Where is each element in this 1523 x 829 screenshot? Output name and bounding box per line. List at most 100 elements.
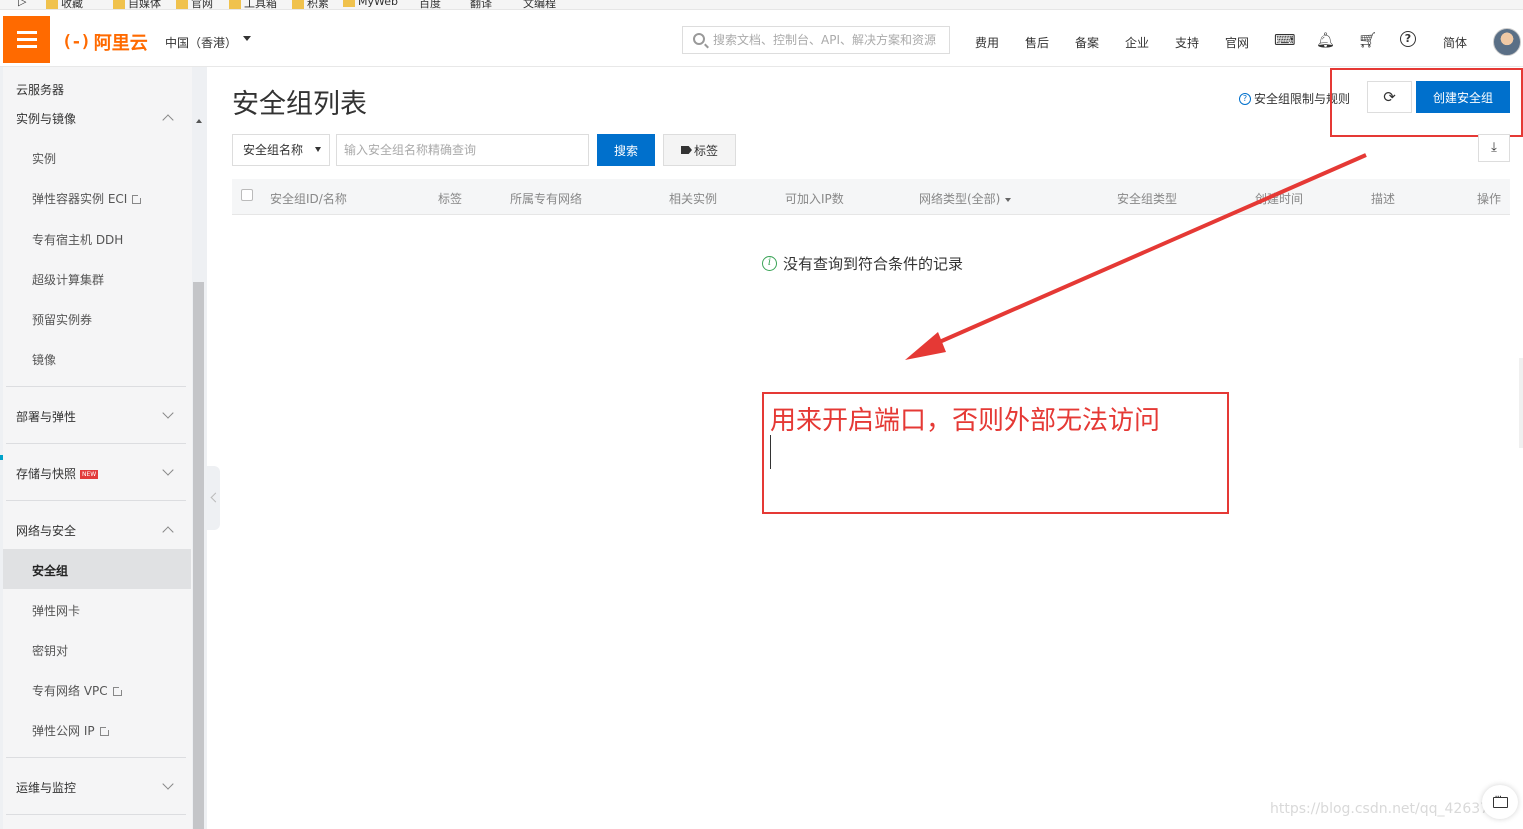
- sidebar-scrollbar[interactable]: [193, 282, 204, 829]
- export-icon: ⤓: [1491, 140, 1497, 155]
- external-link-icon: [112, 685, 124, 696]
- divider: [6, 814, 186, 815]
- bookmark-notes[interactable]: 积累: [292, 0, 329, 9]
- sidebar-group-deploy[interactable]: 部署与弹性: [16, 408, 76, 425]
- network-type-filter[interactable]: 网络类型(全部): [919, 190, 1012, 207]
- bookmark-baidu[interactable]: 百度: [419, 0, 441, 9]
- right-edge-strip: [1519, 358, 1523, 448]
- aliyun-logo[interactable]: (-) 阿里云: [62, 29, 148, 55]
- page-title: 安全组列表: [232, 89, 367, 120]
- sidebar-group-ops[interactable]: 运维与监控: [16, 779, 76, 796]
- column-header: 创建时间: [1255, 192, 1304, 206]
- external-link-icon: [132, 193, 144, 204]
- column-header: 所属专有网络: [510, 192, 583, 206]
- logo-mark: (-): [62, 32, 91, 52]
- sidebar-item-eci[interactable]: 弹性容器实例 ECI: [32, 190, 144, 207]
- bookmark-favorites[interactable]: 收藏: [46, 0, 83, 9]
- column-header: 可加入IP数: [785, 192, 844, 206]
- info-icon: i: [762, 256, 777, 271]
- chat-icon[interactable]: [1482, 785, 1518, 819]
- bookmark-official[interactable]: 官网: [176, 0, 213, 9]
- filter-input[interactable]: [336, 134, 589, 166]
- nav-enterprise[interactable]: 企业: [1125, 34, 1149, 51]
- focus-marker: [0, 455, 3, 460]
- sidebar-group-instances[interactable]: 实例与镜像: [16, 110, 76, 127]
- sidebar-item-security-group[interactable]: 安全组: [32, 562, 68, 579]
- annotation-note-box: 用来开启端口，否则外部无法访问: [762, 392, 1229, 514]
- cart-icon[interactable]: 🛒︎: [1358, 31, 1377, 49]
- search-icon: [693, 33, 705, 45]
- sidebar-item-scc[interactable]: 超级计算集群: [32, 271, 104, 288]
- global-search[interactable]: [682, 26, 950, 54]
- table-header: 安全组ID/名称 标签 所属专有网络 相关实例 可加入IP数 网络类型(全部) …: [232, 179, 1510, 215]
- search-button[interactable]: 搜索: [597, 134, 655, 166]
- sidebar-item-images[interactable]: 镜像: [32, 351, 56, 368]
- divider: [6, 757, 186, 758]
- sidebar-group-storage[interactable]: 存储与快照 NEW: [16, 465, 99, 482]
- folder-icon: [176, 0, 188, 9]
- column-header: 描述: [1371, 192, 1396, 206]
- menu-icon[interactable]: [3, 16, 50, 63]
- nav-icp[interactable]: 备案: [1075, 34, 1099, 51]
- scroll-up-arrow-icon[interactable]: [196, 119, 202, 123]
- nav-billing[interactable]: 费用: [975, 34, 999, 51]
- column-header: 安全组ID/名称: [270, 192, 347, 206]
- global-search-input[interactable]: [713, 27, 945, 53]
- folder-icon: [343, 0, 355, 7]
- bookmark-nav-icon[interactable]: ▷: [18, 0, 26, 8]
- column-header: 安全组类型: [1117, 192, 1178, 206]
- divider: [6, 443, 186, 444]
- column-header: 相关实例: [669, 192, 718, 206]
- divider: [6, 500, 186, 501]
- export-button[interactable]: ⤓: [1478, 134, 1510, 162]
- folder-icon: [229, 0, 241, 9]
- help-circle-icon: ?: [1239, 92, 1251, 105]
- column-header: 标签: [438, 192, 463, 206]
- bookmark-translate[interactable]: 翻译: [470, 0, 492, 9]
- tag-icon: [680, 146, 692, 154]
- folder-icon: [113, 0, 125, 9]
- sidebar-title[interactable]: 云服务器: [16, 81, 64, 98]
- caret-down-icon[interactable]: [243, 36, 251, 41]
- external-link-icon: [99, 725, 111, 736]
- bell-icon[interactable]: 🔔︎: [1316, 31, 1335, 49]
- annotation-highlight-box: [1330, 68, 1523, 137]
- watermark: https://blog.csdn.net/qq_42637890: [1270, 801, 1516, 817]
- filter-field-select[interactable]: 安全组名称: [232, 134, 330, 166]
- sidebar-item-eni[interactable]: 弹性网卡: [32, 602, 80, 619]
- top-navbar: (-) 阿里云 中国（香港） 费用 售后 备案 企业 支持 官网 ⌨ 🔔︎ 🛒︎…: [0, 11, 1523, 67]
- folder-icon: [292, 0, 304, 9]
- sidebar: 云服务器 实例与镜像 实例 弹性容器实例 ECI 专有宿主机 DDH 超级计算集…: [0, 67, 207, 829]
- terminal-icon[interactable]: ⌨: [1274, 31, 1296, 49]
- bookmark-media[interactable]: 自媒体: [113, 0, 161, 9]
- region-selector[interactable]: 中国（香港）: [165, 34, 237, 51]
- help-icon[interactable]: ?: [1400, 31, 1416, 47]
- sidebar-item-vpc[interactable]: 专有网络 VPC: [32, 682, 124, 699]
- divider: [6, 386, 186, 387]
- select-all-checkbox[interactable]: [241, 189, 253, 201]
- sidebar-collapse-handle[interactable]: [207, 466, 220, 530]
- sidebar-item-reserved[interactable]: 预留实例券: [32, 311, 92, 328]
- bookmark-tools[interactable]: 工具箱: [229, 0, 277, 9]
- annotation-text: 用来开启端口，否则外部无法访问: [770, 406, 1161, 436]
- bookmark-myweb[interactable]: MyWeb: [343, 0, 398, 8]
- nav-official[interactable]: 官网: [1225, 34, 1249, 51]
- caret-down-icon: [315, 147, 321, 152]
- language-switch[interactable]: 简体: [1443, 34, 1467, 51]
- sidebar-item-ddh[interactable]: 专有宿主机 DDH: [32, 231, 123, 248]
- logo-text: 阿里云: [93, 33, 148, 54]
- sidebar-item-eip[interactable]: 弹性公网 IP: [32, 722, 111, 739]
- nav-support[interactable]: 支持: [1175, 34, 1199, 51]
- empty-state: i 没有查询到符合条件的记录: [762, 253, 963, 274]
- sidebar-group-network[interactable]: 网络与安全: [16, 522, 76, 539]
- sidebar-panel: [3, 67, 192, 829]
- sidebar-item-keypair[interactable]: 密钥对: [32, 642, 68, 659]
- avatar[interactable]: [1493, 28, 1521, 56]
- tag-button[interactable]: 标签: [663, 134, 736, 166]
- bookmarks-bar: ▷ 收藏 自媒体 官网 工具箱 积累 MyWeb 百度 翻译 文编程: [0, 0, 1523, 10]
- column-header: 操作: [1477, 192, 1502, 206]
- nav-aftersales[interactable]: 售后: [1025, 34, 1049, 51]
- sidebar-item-instance[interactable]: 实例: [32, 150, 56, 167]
- new-badge: NEW: [80, 470, 99, 479]
- bookmark-code[interactable]: 文编程: [523, 0, 556, 9]
